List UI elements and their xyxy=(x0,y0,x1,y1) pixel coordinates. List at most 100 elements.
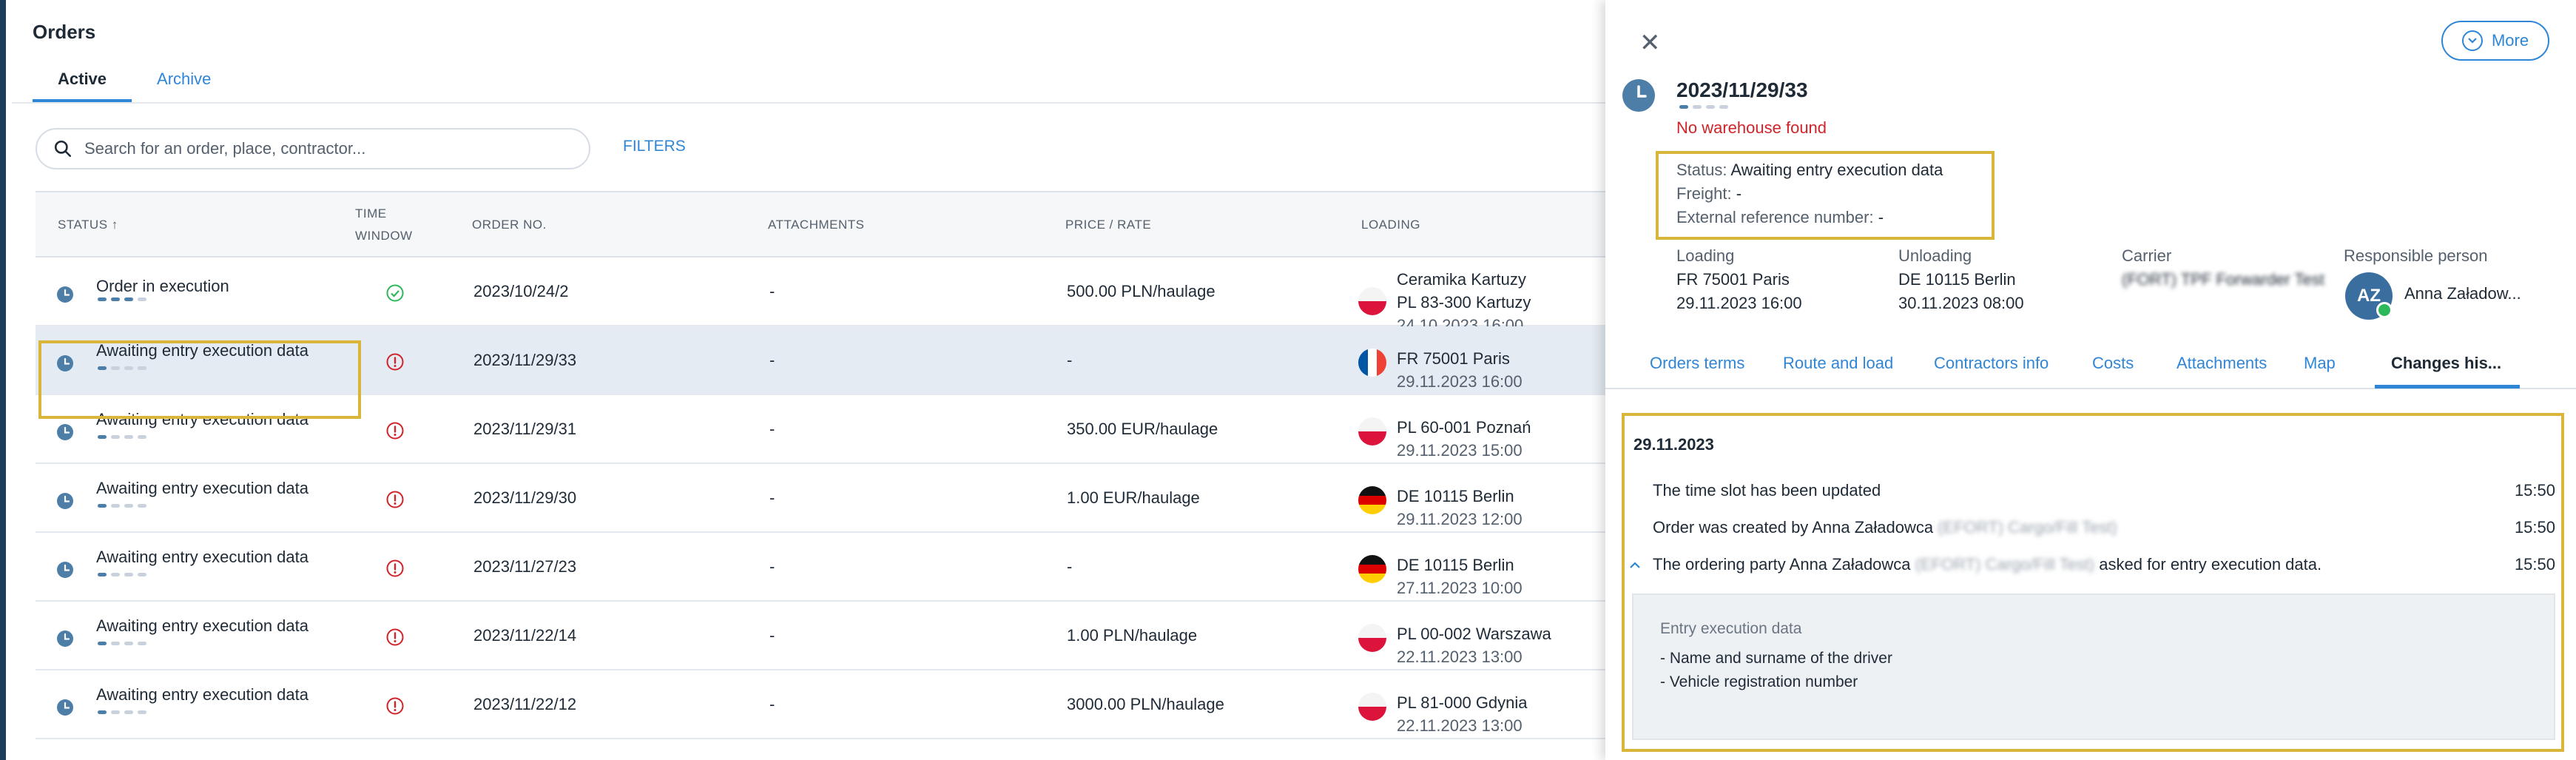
progress-step xyxy=(124,710,133,714)
tab-changes-history[interactable]: Changes his... xyxy=(2391,354,2501,373)
ext-ref-label: External reference number: xyxy=(1676,208,1874,226)
table-row[interactable]: Awaiting entry execution data 2023/11/29/… xyxy=(36,326,1605,395)
change-entry: The ordering party Anna Załadowca (EFORT… xyxy=(1625,551,2561,580)
order-detail-panel: ✕ More 2023/11/29/33 No warehouse found … xyxy=(1605,0,2576,760)
loading-cell: DE 10115 Berlin 27.11.2023 10:00 xyxy=(1397,554,1523,599)
unloading-place: DE 10115 Berlin xyxy=(1898,270,2016,289)
table-row[interactable]: Awaiting entry execution data 2023/11/27/… xyxy=(36,533,1605,602)
more-button[interactable]: More xyxy=(2441,21,2549,61)
progress-step xyxy=(124,297,133,301)
loading-line: DE 10115 Berlin xyxy=(1397,556,1514,574)
price-value: 1.00 EUR/haulage xyxy=(1067,488,1200,507)
unloading-info: Unloading DE 10115 Berlin 30.11.2023 08:… xyxy=(1898,244,2024,315)
page-title: Orders xyxy=(33,21,96,43)
column-header-price: PRICE / RATE xyxy=(1065,218,1152,232)
search-icon xyxy=(54,140,72,158)
progress-step xyxy=(1706,105,1715,109)
loading-line: DE 10115 Berlin xyxy=(1397,487,1514,505)
attachments-value: - xyxy=(769,419,775,438)
status-progress xyxy=(98,297,146,301)
price-value: 500.00 PLN/haulage xyxy=(1067,281,1215,300)
status-progress xyxy=(98,642,146,645)
alert-circle-icon xyxy=(385,490,405,509)
table-row[interactable]: Order in execution 2023/10/24/2 - 500.00 PL… xyxy=(36,258,1605,334)
progress-step xyxy=(124,573,133,576)
search-input[interactable] xyxy=(84,139,558,158)
progress-step xyxy=(98,710,107,714)
order-number: 2023/11/27/23 xyxy=(473,556,577,576)
responsible-info: Responsible person xyxy=(2344,244,2487,268)
tabs-divider xyxy=(12,102,1605,104)
progress-step xyxy=(98,435,107,439)
column-header-status[interactable]: STATUS ↑ xyxy=(58,192,118,258)
progress-step xyxy=(111,573,120,576)
progress-step xyxy=(138,435,146,439)
carrier-label: Carrier xyxy=(2122,246,2172,265)
alert-circle-icon xyxy=(385,628,405,647)
flag-fr-icon xyxy=(1358,349,1386,377)
status-text: Awaiting entry execution data xyxy=(96,341,308,360)
clock-icon xyxy=(56,354,74,372)
progress-step xyxy=(98,573,107,576)
loading-cell: FR 75001 Paris 29.11.2023 16:00 xyxy=(1397,347,1523,393)
order-number: 2023/11/29/30 xyxy=(473,488,577,507)
loading-line: PL 60-001 Poznań xyxy=(1397,418,1531,437)
attachments-value: - xyxy=(769,281,775,300)
loading-line: PL 83-300 Kartuzy xyxy=(1397,293,1531,312)
tab-attachments[interactable]: Attachments xyxy=(2177,354,2267,373)
change-detail-line: - Name and surname of the driver xyxy=(1660,650,1892,667)
price-value: 1.00 PLN/haulage xyxy=(1067,625,1198,645)
change-blurred-company: (EFORT) Cargo/Fill Test) xyxy=(1915,555,2095,574)
order-info: Status: Awaiting entry execution data Fr… xyxy=(1676,158,1943,229)
change-text-suffix: asked for entry execution data. xyxy=(2099,555,2322,574)
unloading-label: Unloading xyxy=(1898,246,1972,265)
flag-pl-icon xyxy=(1358,624,1386,652)
search-box[interactable] xyxy=(36,128,590,169)
table-body: Order in execution 2023/10/24/2 - 500.00 PL… xyxy=(36,258,1605,739)
tab-map[interactable]: Map xyxy=(2304,354,2336,373)
attachments-value: - xyxy=(769,350,775,369)
change-text: Order was created by Anna Załadowca xyxy=(1653,518,1934,537)
progress-step xyxy=(98,504,107,508)
alert-circle-icon xyxy=(385,421,405,440)
table-row[interactable]: Awaiting entry execution data 2023/11/29/… xyxy=(36,464,1605,533)
ext-ref-value: - xyxy=(1878,208,1884,226)
check-circle-icon xyxy=(385,283,405,303)
order-number: 2023/11/22/14 xyxy=(473,625,577,645)
close-icon[interactable]: ✕ xyxy=(1639,28,1661,58)
status-progress xyxy=(98,366,146,370)
progress-step xyxy=(111,710,120,714)
loading-line: 27.11.2023 10:00 xyxy=(1397,579,1523,597)
filters-button[interactable]: FILTERS xyxy=(623,138,686,155)
orders-tabs: Active Archive xyxy=(33,64,236,102)
table-row[interactable]: Awaiting entry execution data 2023/11/22/… xyxy=(36,670,1605,739)
change-detail-title: Entry execution data xyxy=(1660,620,1802,637)
clock-icon xyxy=(56,286,74,303)
table-header: STATUS ↑ TIME WINDOW ORDER NO. ATTACHMEN… xyxy=(36,192,1605,258)
status-text: Awaiting entry execution data xyxy=(96,616,308,635)
progress-step xyxy=(124,366,133,370)
carrier-info: Carrier (FORT) TPF Forwarder Test xyxy=(2122,244,2324,292)
order-number: 2023/11/29/31 xyxy=(473,419,577,438)
progress-step xyxy=(1719,105,1728,109)
table-row[interactable]: Awaiting entry execution data 2023/11/29/… xyxy=(36,395,1605,464)
tab-archive[interactable]: Archive xyxy=(132,64,236,102)
change-entry: Order was created by Anna Załadowca (EFO… xyxy=(1625,514,2561,543)
loading-line: PL 81-000 Gdynia xyxy=(1397,693,1528,712)
warehouse-warning: No warehouse found xyxy=(1676,118,1827,137)
tab-contractors-info[interactable]: Contractors info xyxy=(1934,354,2049,373)
tab-costs[interactable]: Costs xyxy=(2092,354,2134,373)
tab-route-and-load[interactable]: Route and load xyxy=(1783,354,1893,373)
alert-circle-icon xyxy=(385,352,405,371)
tab-active[interactable]: Active xyxy=(33,64,132,102)
table-row[interactable]: Awaiting entry execution data 2023/11/22/… xyxy=(36,602,1605,670)
status-text: Awaiting entry execution data xyxy=(96,479,308,497)
changes-history: 29.11.2023 The time slot has been update… xyxy=(1622,413,2564,752)
orders-list-area: Orders Active Archive FILTERS STATUS ↑ T… xyxy=(6,0,1605,760)
tab-orders-terms[interactable]: Orders terms xyxy=(1650,354,1744,373)
progress-step xyxy=(111,435,120,439)
status-text: Order in execution xyxy=(96,277,229,295)
chevron-up-icon[interactable] xyxy=(1629,555,1641,574)
chevron-down-icon xyxy=(2461,30,2483,51)
price-value: 350.00 EUR/haulage xyxy=(1067,419,1218,438)
